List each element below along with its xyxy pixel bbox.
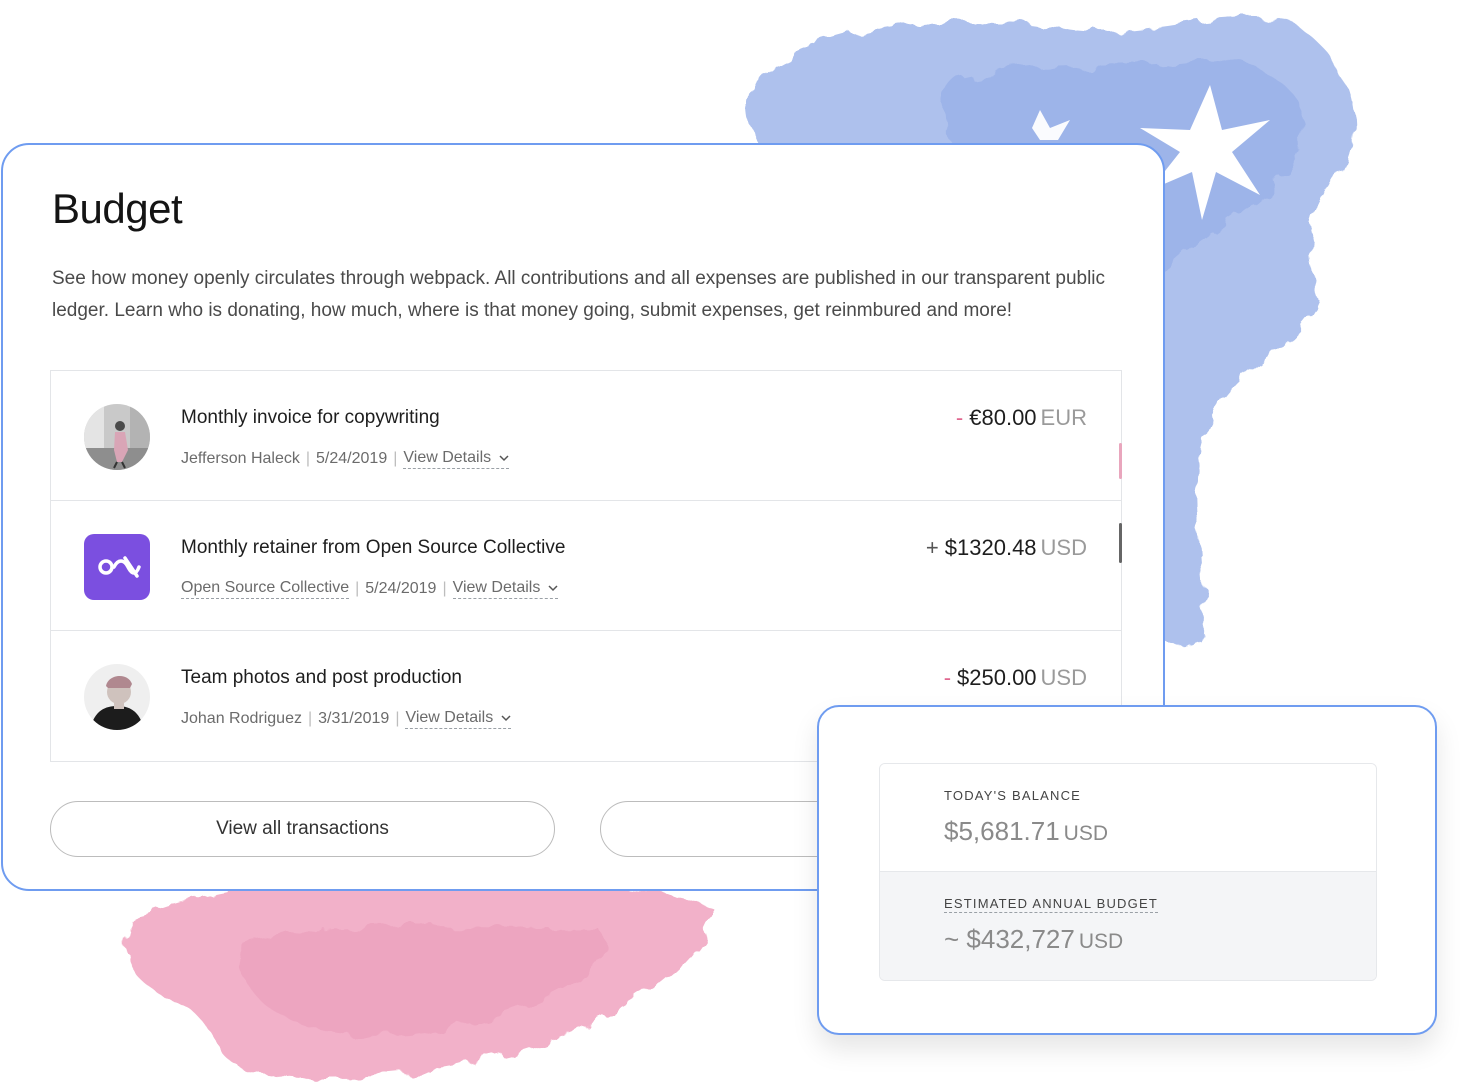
page-title: Budget [52, 185, 183, 232]
meta-separator: | [395, 710, 400, 727]
transaction-date: 5/24/2019 [365, 580, 437, 597]
chevron-down-icon [548, 585, 558, 592]
todays-balance-section: TODAY'S BALANCE $5,681.71 USD [880, 764, 1376, 872]
transaction-date: 5/24/2019 [316, 450, 388, 467]
transaction-list: Monthly invoice for copywriting Jefferso… [50, 370, 1122, 762]
budget-description: See how money openly circulates through … [52, 268, 1106, 321]
amount-value: $1320.48 [944, 535, 1037, 560]
open-source-collective-logo [84, 534, 150, 600]
transaction-title: Monthly invoice for copywriting [181, 407, 440, 428]
todays-balance-label: TODAY'S BALANCE [944, 788, 1082, 803]
meta-separator: | [442, 580, 447, 597]
view-details-label: View Details [403, 449, 492, 466]
view-details-label: View Details [452, 579, 541, 596]
transaction-amount: - $250.00 USD [944, 665, 1087, 691]
meta-separator: | [305, 450, 311, 467]
pink-watercolor-decoration [124, 876, 715, 1078]
transaction-title: Team photos and post production [181, 667, 462, 688]
income-indicator [1119, 523, 1122, 563]
view-all-transactions-button[interactable]: View all transactions [50, 801, 555, 857]
amount-sign: + [925, 535, 939, 560]
transaction-amount: - €80.00 EUR [956, 405, 1087, 431]
amount-currency: USD [1040, 535, 1087, 560]
amount-currency: EUR [1040, 405, 1087, 430]
transaction-row: Monthly retainer from Open Source Collec… [51, 501, 1122, 631]
view-details-link[interactable]: View Details [452, 579, 559, 599]
transaction-row: Monthly invoice for copywriting Jefferso… [51, 371, 1122, 501]
estimated-budget-label[interactable]: ESTIMATED ANNUAL BUDGET [944, 896, 1158, 913]
amount-sign: - [943, 665, 952, 690]
amount-currency: USD [1040, 665, 1087, 690]
amount-value: €80.00 [969, 405, 1037, 430]
balance-currency: USD [1063, 822, 1109, 845]
meta-separator: | [307, 710, 313, 727]
transaction-meta: Johan Rodriguez | 3/31/2019 | View Detai… [181, 709, 512, 729]
amount-sign: - [955, 405, 964, 430]
estimated-budget-section: ESTIMATED ANNUAL BUDGET ~ $432,727 USD [880, 872, 1376, 980]
view-details-link[interactable]: View Details [405, 709, 512, 729]
transaction-person: Johan Rodriguez [181, 710, 302, 727]
view-details-link[interactable]: View Details [403, 449, 510, 469]
transaction-meta: Open Source Collective | 5/24/2019 | Vie… [181, 579, 559, 599]
transaction-date: 3/31/2019 [318, 710, 390, 727]
chevron-down-icon [499, 455, 509, 462]
balance-panel: TODAY'S BALANCE $5,681.71 USD ESTIMATED A… [879, 763, 1377, 981]
meta-separator: | [393, 450, 398, 467]
avatar [84, 404, 150, 470]
todays-balance-value: $5,681.71 USD [944, 816, 1108, 847]
transaction-meta: Jefferson Haleck | 5/24/2019 | View Deta… [181, 449, 510, 469]
chevron-down-icon [501, 715, 511, 722]
balance-amount: $5,681.71 [944, 816, 1060, 846]
estimated-budget-value: ~ $432,727 USD [944, 924, 1123, 955]
avatar [84, 664, 150, 730]
expense-indicator [1119, 443, 1122, 479]
estimated-currency: USD [1078, 930, 1124, 953]
meta-separator: | [355, 580, 360, 597]
amount-value: $250.00 [957, 665, 1037, 690]
balance-card: TODAY'S BALANCE $5,681.71 USD ESTIMATED A… [817, 705, 1437, 1035]
estimated-amount: ~ $432,727 [944, 924, 1075, 954]
transaction-title: Monthly retainer from Open Source Collec… [181, 537, 566, 558]
transaction-person: Jefferson Haleck [181, 450, 300, 467]
collective-link[interactable]: Open Source Collective [181, 579, 350, 599]
transaction-amount: + $1320.48 USD [926, 535, 1087, 561]
view-details-label: View Details [405, 709, 494, 726]
